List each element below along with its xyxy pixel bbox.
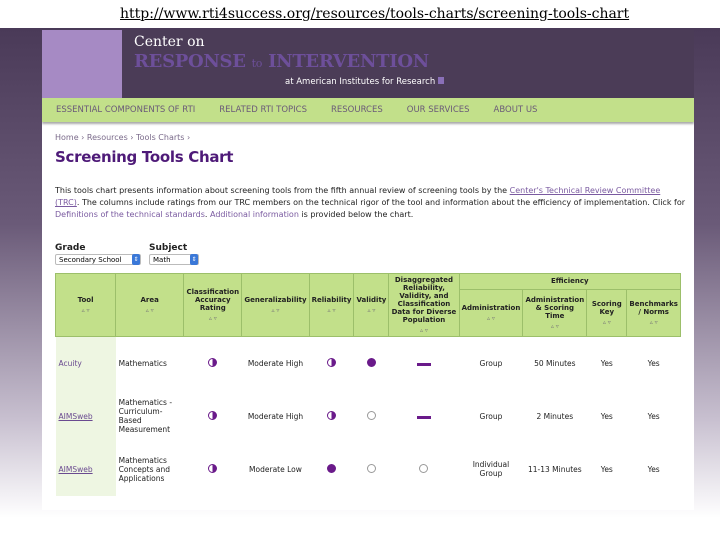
sort-arrows-icon[interactable]: ▵ ▿: [312, 307, 352, 314]
column-header[interactable]: Tool ▵ ▿: [54, 273, 117, 337]
column-header[interactable]: Classification Accuracy Rating ▵ ▿: [183, 273, 243, 337]
administration-cell: Group: [479, 411, 503, 421]
generalizability-cell: Moderate High: [247, 358, 304, 368]
select-arrows-icon: ⇕: [132, 254, 140, 265]
rating-cell: [309, 443, 354, 496]
generalizability-cell: Moderate High: [247, 411, 304, 421]
full-circle-icon: [327, 463, 337, 473]
rating-cell: [354, 390, 389, 443]
nav-our-services[interactable]: OUR SERVICES: [407, 105, 470, 115]
column-header[interactable]: Disaggregated Reliability, Validity, and…: [388, 273, 460, 337]
column-header[interactable]: Scoring Key ▵ ▿: [586, 288, 628, 338]
tool-link[interactable]: AIMSweb: [55, 389, 116, 443]
rating-cell: [309, 337, 354, 390]
administration-cell: Individual Group: [472, 460, 510, 478]
area-cell: Mathematics - Curriculum-Based Measureme…: [118, 398, 173, 434]
nav-resources[interactable]: RESOURCES: [331, 105, 383, 115]
empty-circle-icon: [366, 410, 376, 420]
full-circle-icon: [366, 357, 376, 367]
sort-arrows-icon[interactable]: ▵ ▿: [244, 307, 306, 314]
square-icon: [438, 77, 445, 84]
rating-cell: [389, 390, 459, 443]
main-nav: ESSENTIAL COMPONENTS OF RTI RELATED RTI …: [42, 98, 694, 122]
column-header[interactable]: Administration ▵ ▿: [458, 288, 524, 338]
table-row: Acuity Mathematics Moderate High Group 5…: [55, 336, 681, 390]
intro-text: This tools chart presents information ab…: [55, 186, 686, 219]
generalizability-cell: Moderate Low: [249, 464, 302, 474]
area-cell: Mathematics Concepts and Applications: [118, 455, 171, 483]
rating-cell: [309, 390, 354, 443]
column-header[interactable]: Reliability ▵ ▿: [308, 273, 355, 337]
url-caption[interactable]: http://www.rti4success.org/resources/too…: [120, 6, 629, 22]
column-header[interactable]: Administration & Scoring Time ▵ ▿: [522, 288, 588, 338]
column-header[interactable]: Validity ▵ ▿: [353, 273, 390, 337]
half-circle-icon: [208, 410, 218, 420]
logo-line2[interactable]: RESPONSE to INTERVENTION: [134, 51, 429, 72]
definitions-link[interactable]: Definitions of the technical standards: [55, 210, 205, 219]
web-page: Center on RESPONSE to INTERVENTION at Am…: [42, 30, 694, 510]
sort-arrows-icon[interactable]: ▵ ▿: [462, 315, 521, 322]
grade-select[interactable]: Secondary School ⇕: [55, 254, 141, 265]
sort-arrows-icon[interactable]: ▵ ▿: [186, 315, 239, 322]
nav-about-us[interactable]: ABOUT US: [494, 105, 538, 115]
rating-cell: [184, 390, 242, 443]
dash-icon: [416, 415, 431, 419]
logo-line3: at American Institutes for Research: [285, 77, 445, 87]
tools-table: Tool ▵ ▿ Area ▵ ▿ Classification Accuracy Ra…: [54, 273, 682, 496]
half-circle-icon: [327, 357, 337, 367]
table-row: AIMSweb Mathematics Concepts and Applica…: [55, 442, 681, 496]
column-header[interactable]: Area ▵ ▿: [115, 273, 185, 337]
scoring-key-cell: Yes: [600, 358, 613, 368]
site-header: Center on RESPONSE to INTERVENTION at Am…: [42, 30, 694, 98]
column-header[interactable]: Generalizability ▵ ▿: [241, 273, 310, 337]
header-accent-block: [42, 30, 122, 98]
subject-label: Subject: [149, 243, 188, 253]
benchmarks-cell: Yes: [647, 358, 660, 368]
dash-icon: [416, 362, 431, 366]
half-circle-icon: [327, 410, 337, 420]
grade-label: Grade: [55, 243, 86, 253]
rating-cell: [389, 443, 459, 496]
sort-arrows-icon[interactable]: ▵ ▿: [589, 319, 624, 326]
rating-cell: [184, 337, 242, 390]
sort-arrows-icon[interactable]: ▵ ▿: [391, 327, 456, 334]
empty-circle-icon: [419, 463, 429, 473]
efficiency-group-header: Efficiency: [458, 273, 682, 290]
select-arrows-icon: ⇕: [190, 254, 198, 265]
half-circle-icon: [208, 463, 218, 473]
nav-essential-components[interactable]: ESSENTIAL COMPONENTS OF RTI: [56, 105, 195, 115]
rating-cell: [354, 337, 389, 390]
sort-arrows-icon[interactable]: ▵ ▿: [118, 307, 181, 314]
nav-related-topics[interactable]: RELATED RTI TOPICS: [219, 105, 307, 115]
sort-arrows-icon[interactable]: ▵ ▿: [356, 307, 386, 314]
tool-link[interactable]: Acuity: [55, 336, 116, 390]
additional-info-link[interactable]: Additional information: [210, 210, 299, 219]
time-cell: 11-13 Minutes: [527, 464, 582, 474]
sort-arrows-icon[interactable]: ▵ ▿: [58, 307, 113, 314]
scoring-key-cell: Yes: [600, 464, 613, 474]
empty-circle-icon: [366, 463, 376, 473]
half-circle-icon: [208, 357, 218, 367]
table-row: AIMSweb Mathematics - Curriculum-Based M…: [55, 389, 681, 443]
time-cell: 50 Minutes: [534, 358, 576, 368]
breadcrumb[interactable]: Home › Resources › Tools Charts ›: [55, 133, 681, 142]
subject-select[interactable]: Math ⇕: [149, 254, 199, 265]
column-header[interactable]: Benchmarks / Norms ▵ ▿: [626, 288, 681, 338]
time-cell: 2 Minutes: [536, 411, 574, 421]
sort-arrows-icon[interactable]: ▵ ▿: [525, 323, 584, 330]
benchmarks-cell: Yes: [647, 464, 660, 474]
rating-cell: [354, 443, 389, 496]
page-title: Screening Tools Chart: [55, 148, 234, 166]
logo-line1[interactable]: Center on: [134, 34, 205, 50]
tool-link[interactable]: AIMSweb: [55, 442, 116, 496]
scoring-key-cell: Yes: [600, 411, 613, 421]
area-cell: Mathematics: [118, 358, 167, 368]
rating-cell: [389, 337, 459, 390]
administration-cell: Group: [479, 358, 503, 368]
benchmarks-cell: Yes: [647, 411, 660, 421]
sort-arrows-icon[interactable]: ▵ ▿: [629, 319, 678, 326]
rating-cell: [184, 443, 242, 496]
